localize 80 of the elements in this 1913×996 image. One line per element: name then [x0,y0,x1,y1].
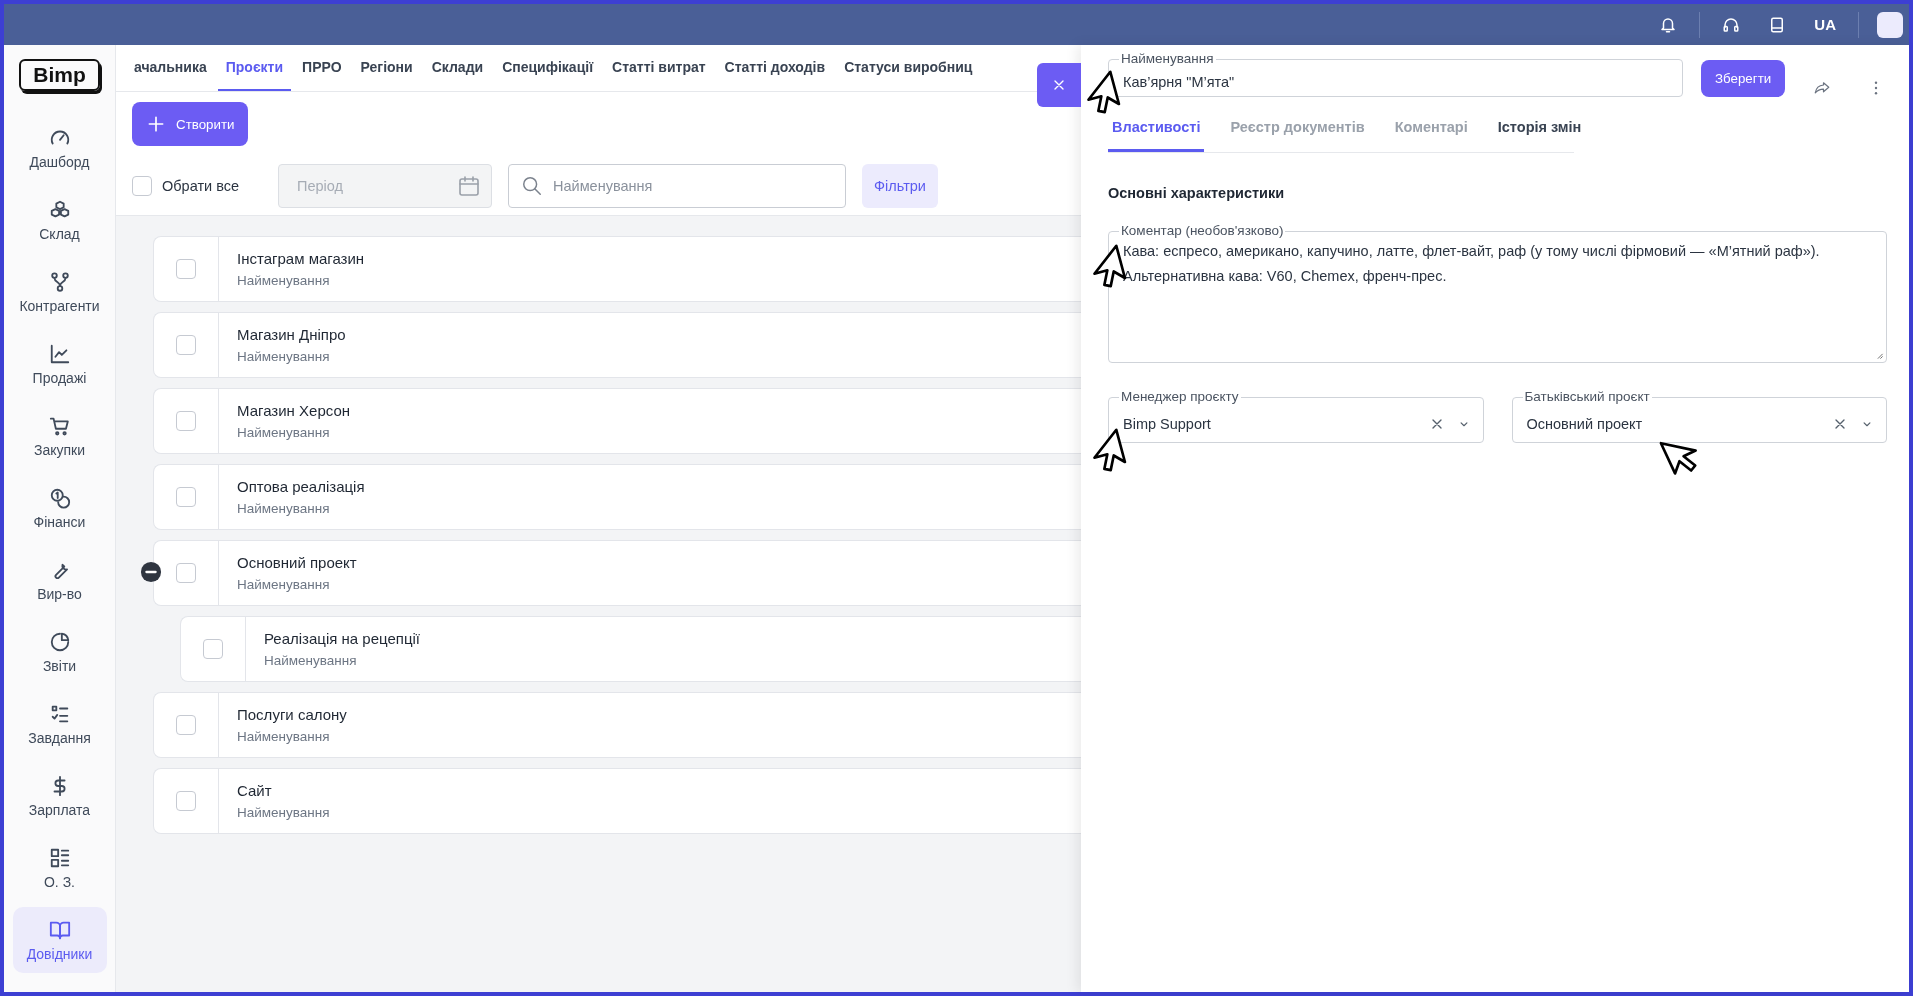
project-subtitle: Найменування [237,501,331,516]
sidebar-item[interactable]: О. З. [12,835,107,901]
tab[interactable]: Історія змін [1493,111,1586,152]
sidebar-item[interactable]: Вир-во [12,547,107,613]
list-grid-icon [48,846,71,869]
headset-icon [1722,15,1741,34]
tab[interactable]: Специфікації [494,45,602,91]
project-name: Основний проект [237,554,357,571]
field-label: Коментар (необов'язково) [1120,223,1285,239]
project-name: Послуги салону [237,706,347,723]
select-all-label[interactable]: Обрати все [162,178,240,194]
checkbox[interactable] [176,411,196,431]
tab[interactable]: Статті доходів [716,45,834,91]
project-name: Оптова реалізація [237,478,365,495]
project-subtitle: Найменування [237,425,331,440]
sidebar-item[interactable]: Склад [12,187,107,253]
language-button[interactable]: UA [1814,16,1836,33]
field-label: Найменування [1120,51,1215,67]
tab[interactable]: ПРРО [294,45,350,91]
plus-icon [146,114,166,134]
avatar-image[interactable] [1877,11,1903,38]
sidebar-item[interactable]: Контрагенти [12,259,107,325]
tab[interactable]: Властивості [1108,111,1205,152]
checkbox[interactable] [132,176,152,196]
section-title: Основні характеристики [1108,185,1286,201]
sidebar-item[interactable]: Продажі [12,331,107,397]
checkbox[interactable] [176,715,196,735]
sidebar-item[interactable]: Звіти [12,619,107,685]
sidebar-item[interactable]: Довідники [12,907,107,973]
sidebar-item[interactable]: Дашборд [12,115,107,181]
project-row[interactable]: Реалізація на рецепції Найменування [180,616,1081,682]
sidebar-item[interactable]: Зарплата [12,763,107,829]
calendar-icon [457,174,481,198]
filters-button[interactable]: Фільтри [862,164,938,208]
search-icon [521,175,543,197]
project-row[interactable]: Оптова реалізація Найменування [153,464,1081,530]
project-subtitle: Найменування [237,805,330,820]
sidebar-item[interactable]: Закупки [12,403,107,469]
logo[interactable]: Bimp [19,59,100,91]
project-row[interactable]: Основний проект Найменування [153,540,1081,606]
project-subtitle: Найменування [237,349,331,364]
checkbox[interactable] [176,259,196,279]
tab[interactable]: Регіони [352,45,421,91]
pie-chart-icon [48,630,71,653]
create-button[interactable]: Створити [132,102,249,146]
project-row[interactable]: Магазин Херсон Найменування [153,388,1081,454]
project-name: Реалізація на рецепції [264,630,420,647]
bell-icon [1659,15,1678,34]
save-button[interactable]: Зберегти [1701,60,1786,97]
project-name: Магазин Херсон [237,402,350,419]
project-row[interactable]: Інстаграм магазин Найменування [153,236,1081,302]
tab[interactable]: Статті витрат [604,45,714,91]
checkbox[interactable] [176,335,196,355]
tab[interactable]: Склади [423,45,492,91]
coins-icon [48,486,71,509]
checkbox[interactable] [176,487,196,507]
project-subtitle: Найменування [237,729,331,744]
field-label: Менеджер проєкту [1120,389,1240,405]
field-label: Батьківський проєкт [1523,389,1651,405]
branch-icon [48,270,71,293]
project-row[interactable]: Магазин Дніпро Найменування [153,312,1081,378]
project-name: Сайт [237,782,273,799]
tab[interactable]: Статуси виробниц [836,45,981,91]
checkbox[interactable] [203,639,223,659]
close-button[interactable] [1037,63,1081,107]
project-row[interactable]: Сайт Найменування [153,768,1081,834]
project-subtitle: Найменування [264,653,358,668]
line-chart-icon [48,342,71,365]
checkbox[interactable] [176,563,196,583]
checkbox[interactable] [176,791,196,811]
sidebar-item[interactable]: Фінанси [12,475,107,541]
sidebar-item[interactable]: Завдання [12,691,107,757]
project-name: Інстаграм магазин [237,250,365,267]
select-field[interactable]: Батьківський проєкт Основний проект [1511,389,1887,443]
project-subtitle: Найменування [237,273,331,288]
collapse-icon[interactable] [140,561,162,583]
project-row[interactable]: Послуги салону Найменування [153,692,1081,758]
project-name: Магазин Дніпро [237,326,346,343]
project-subtitle: Найменування [237,577,331,592]
tab[interactable]: ачальника [126,45,215,91]
